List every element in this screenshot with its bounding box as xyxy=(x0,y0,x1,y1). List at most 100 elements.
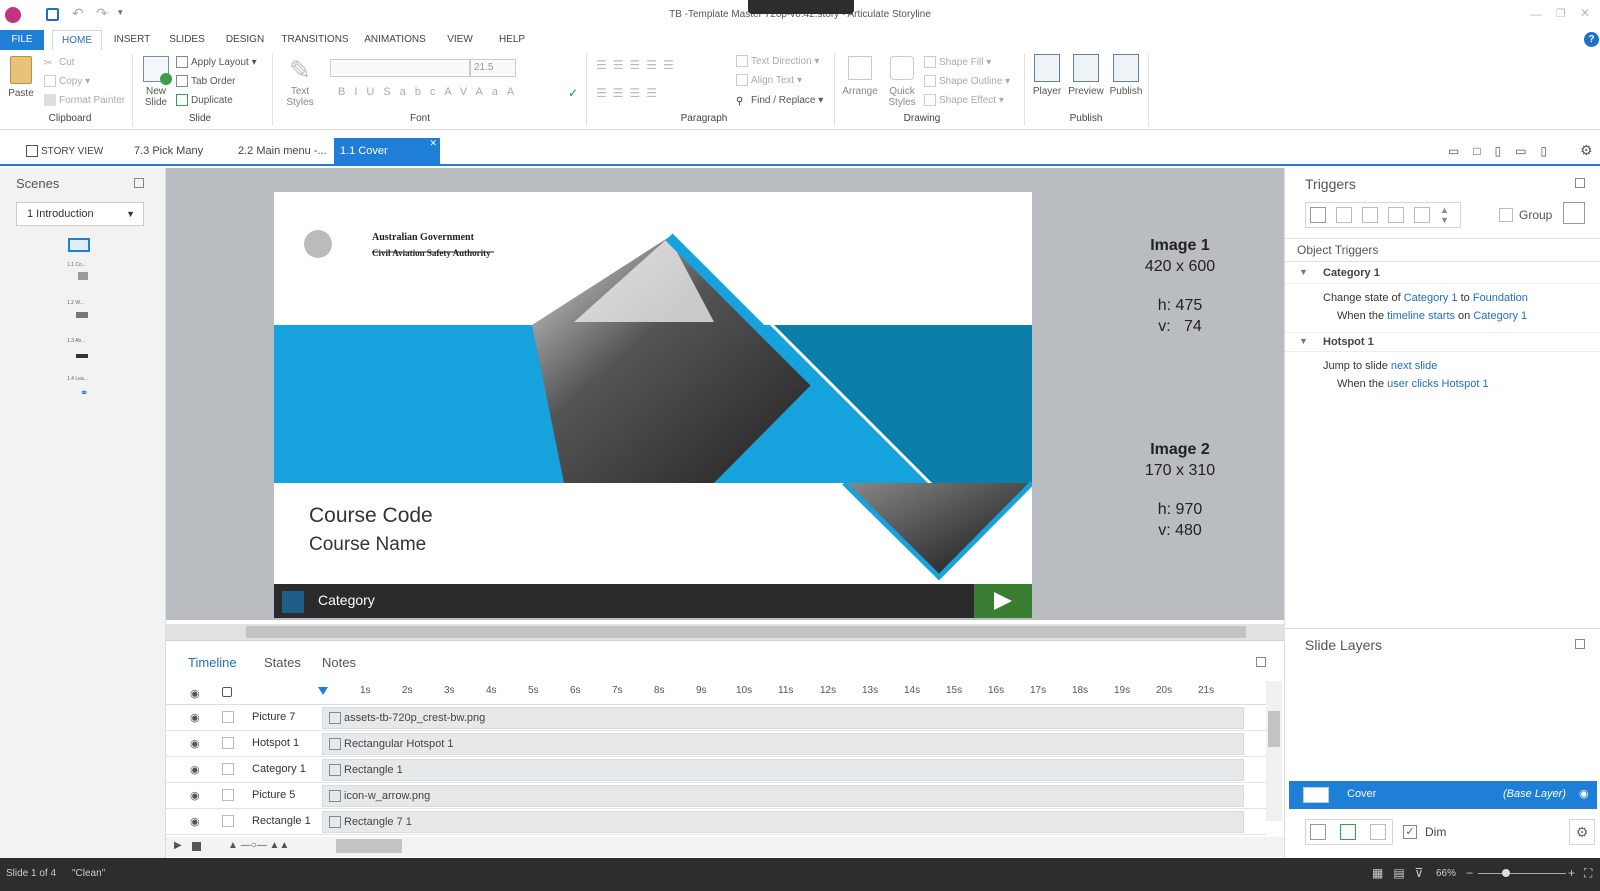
trigger-link[interactable]: timeline starts xyxy=(1387,310,1455,322)
eye-icon[interactable]: ◉ xyxy=(1579,787,1589,800)
trigger-link[interactable]: Category 1 xyxy=(1473,310,1527,322)
timeline-row[interactable]: ◉ Picture 5 icon-w_arrow.png xyxy=(166,783,1266,809)
tab-timeline[interactable]: Timeline xyxy=(188,655,237,670)
cut-button[interactable]: ✂ Cut xyxy=(44,55,75,71)
alignment-buttons[interactable]: ☰☰☰☰ xyxy=(596,86,663,100)
list-buttons[interactable]: ☰☰☰☰☰ xyxy=(596,58,680,72)
trigger-link[interactable]: user clicks xyxy=(1387,378,1438,390)
undo-icon[interactable]: ↶ xyxy=(72,5,84,22)
quick-access-menu-icon[interactable]: ▾ xyxy=(118,7,123,18)
shape-outline-button[interactable]: Shape Outline ▾ xyxy=(924,74,1010,90)
tab-file[interactable]: FILE xyxy=(0,30,44,50)
copy-trigger-icon[interactable] xyxy=(1362,207,1378,223)
eye-icon[interactable]: ◉ xyxy=(190,687,200,700)
tab-help[interactable]: HELP xyxy=(490,30,534,50)
trigger-link[interactable]: Foundation xyxy=(1473,292,1528,304)
publish-button[interactable]: Publish xyxy=(1106,54,1146,97)
layer-settings-icon[interactable]: ⚙ xyxy=(1569,819,1595,845)
preview-button[interactable]: Preview xyxy=(1066,54,1106,97)
scene-select[interactable]: 1 Introduction ▼ xyxy=(16,202,144,226)
image1-note[interactable]: Image 1 420 x 600 h: 475 v: 74 xyxy=(1130,237,1230,336)
device-preview-icons[interactable]: ▭□▯▭▯ xyxy=(1448,144,1561,158)
paste-button[interactable]: Paste xyxy=(6,56,36,99)
trigger-link[interactable]: Hotspot 1 xyxy=(1442,378,1489,390)
remote-control-handle[interactable] xyxy=(748,0,854,14)
canvas-h-scrollbar[interactable] xyxy=(166,624,1284,640)
timeline-bar[interactable]: Rectangular Hotspot 1 xyxy=(322,733,1244,755)
new-slide-button[interactable]: New Slide xyxy=(138,56,174,108)
tab-transitions[interactable]: TRANSITIONS xyxy=(278,30,352,50)
fit-window-icon[interactable]: ⛶ xyxy=(1584,866,1592,881)
font-format-buttons[interactable]: BIUSabcAVAaA xyxy=(338,86,523,98)
player-button[interactable]: Player xyxy=(1028,54,1066,97)
format-painter-button[interactable]: Format Painter xyxy=(44,93,125,109)
panel-restore-icon[interactable] xyxy=(1575,639,1585,649)
new-layer-icon[interactable] xyxy=(1310,824,1326,840)
view-mode-icons[interactable]: ▦▤⊽ xyxy=(1372,866,1433,880)
scroll-thumb[interactable] xyxy=(336,839,402,853)
text-direction-button[interactable]: Text Direction ▾ xyxy=(736,54,819,70)
course-code[interactable]: Course Code xyxy=(309,504,433,528)
trigger-link[interactable]: Category 1 xyxy=(1404,292,1458,304)
move-trigger-icon[interactable]: ▲ ▼ xyxy=(1440,205,1449,225)
shape-effect-button[interactable]: Shape Effect ▾ xyxy=(924,93,1004,109)
find-replace-button[interactable]: ⚲ Find / Replace ▾ xyxy=(736,93,823,109)
timeline-row[interactable]: ◉ Category 1 Rectangle 1 xyxy=(166,757,1266,783)
redo-icon[interactable]: ↷ xyxy=(96,5,108,22)
tab-home[interactable]: HOME xyxy=(52,30,102,50)
tab-insert[interactable]: INSERT xyxy=(108,30,156,50)
lock-checkbox[interactable] xyxy=(222,815,234,827)
panel-restore-icon[interactable] xyxy=(1256,657,1266,667)
text-styles-button[interactable]: ✎ Text Styles xyxy=(276,54,324,108)
quick-styles-button[interactable]: Quick Styles xyxy=(884,56,920,108)
trigger-action[interactable]: Jump to slide next slide xyxy=(1323,360,1437,372)
delete-trigger-icon[interactable] xyxy=(1414,207,1430,223)
timeline-bar[interactable]: Rectangle 1 xyxy=(322,759,1244,781)
scroll-thumb[interactable] xyxy=(1268,711,1280,747)
trigger-action[interactable]: Change state of Category 1 to Foundation xyxy=(1323,292,1528,304)
arrange-button[interactable]: Arrange xyxy=(838,56,882,97)
base-layer-row[interactable]: Cover (Base Layer) ◉ xyxy=(1289,781,1597,809)
spellcheck-icon[interactable]: ✓ xyxy=(568,86,578,100)
eye-icon[interactable]: ◉ xyxy=(190,763,200,776)
stop-icon[interactable] xyxy=(192,842,201,851)
tab-notes[interactable]: Notes xyxy=(322,655,356,670)
dim-checkbox[interactable]: ✓ xyxy=(1403,825,1417,839)
category-bar[interactable]: Category xyxy=(274,584,1032,618)
slide-thumb-3[interactable] xyxy=(76,312,88,318)
duplicate-layer-icon[interactable] xyxy=(1340,824,1356,840)
eye-icon[interactable]: ◉ xyxy=(190,815,200,828)
timeline-bar[interactable]: Rectangle 7 1 xyxy=(322,811,1244,833)
slide-thumb-2[interactable] xyxy=(78,272,88,280)
eye-icon[interactable]: ◉ xyxy=(190,737,200,750)
save-icon[interactable] xyxy=(46,8,59,21)
playhead[interactable] xyxy=(318,687,328,695)
font-family-select[interactable] xyxy=(330,59,470,77)
lock-checkbox[interactable] xyxy=(222,763,234,775)
trigger-group-category[interactable]: ▼ Category 1 xyxy=(1285,264,1600,284)
new-trigger-icon[interactable] xyxy=(1310,207,1326,223)
image2-note[interactable]: Image 2 170 x 310 h: 970 v: 480 xyxy=(1130,441,1230,540)
tab-order-button[interactable]: Tab Order xyxy=(176,74,235,90)
panel-restore-icon[interactable] xyxy=(1575,178,1585,188)
panel-restore-icon[interactable] xyxy=(134,178,144,188)
gear-icon[interactable]: ⚙ xyxy=(1580,142,1593,159)
minimize-icon[interactable]: — xyxy=(1530,7,1542,21)
lock-checkbox[interactable] xyxy=(222,711,234,723)
lock-icon[interactable] xyxy=(222,687,232,697)
slide-thumb-4[interactable] xyxy=(76,354,88,358)
timeline-row[interactable]: ◉ Hotspot 1 Rectangular Hotspot 1 xyxy=(166,731,1266,757)
trigger-group-hotspot[interactable]: ▼ Hotspot 1 xyxy=(1285,332,1600,352)
trigger-condition[interactable]: When the timeline starts on Category 1 xyxy=(1337,310,1527,322)
eye-icon[interactable]: ◉ xyxy=(190,789,200,802)
slide-thumb-1[interactable] xyxy=(68,238,90,252)
zoom-slider[interactable] xyxy=(1478,873,1566,874)
zoom-thumb[interactable] xyxy=(1502,869,1510,877)
copy-button[interactable]: Copy ▾ xyxy=(44,74,90,90)
tab-design[interactable]: DESIGN xyxy=(218,30,272,50)
font-size-select[interactable]: 21.5 xyxy=(470,59,516,77)
edit-trigger-icon[interactable] xyxy=(1336,207,1352,223)
maximize-icon[interactable]: ❐ xyxy=(1556,7,1566,20)
timeline-row[interactable]: ◉ Picture 7 assets-tb-720p_crest-bw.png xyxy=(166,705,1266,731)
timeline-bar[interactable]: icon-w_arrow.png xyxy=(322,785,1244,807)
